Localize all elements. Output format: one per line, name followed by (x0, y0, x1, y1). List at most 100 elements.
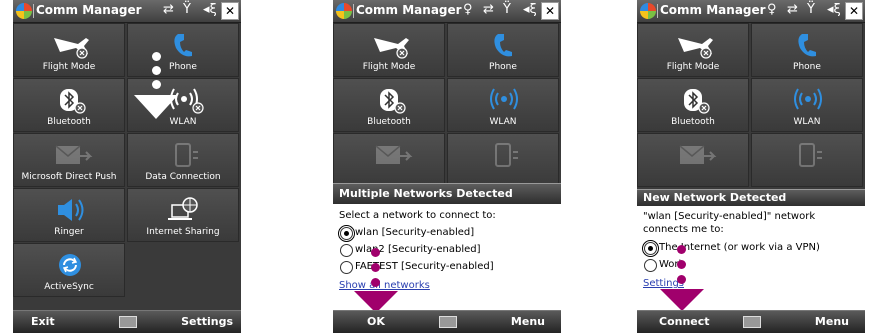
tile-label: Data Connection (145, 172, 221, 182)
annotation-dot (371, 263, 380, 272)
internet-sharing-icon (168, 197, 198, 220)
tile-empty (127, 243, 239, 297)
airplane-icon (374, 38, 409, 59)
tile-internet-sharing[interactable]: Internet Sharing (127, 188, 239, 242)
bluetooth-icon (380, 89, 406, 114)
volume-icon[interactable]: ◂ξ (523, 2, 537, 17)
softkey-left[interactable]: Exit (31, 315, 55, 328)
dialog-title: Multiple Networks Detected (333, 184, 561, 204)
network-option-label: wlan [Security-enabled] (355, 227, 475, 238)
signal-icon[interactable]: Ÿ (183, 2, 191, 17)
softkey-bar: Exit Settings (13, 310, 241, 333)
tile-bluetooth[interactable]: Bluetooth (13, 78, 125, 132)
data-connection-icon (495, 143, 518, 167)
wlan-icon (794, 88, 822, 110)
title-separator (353, 4, 354, 18)
tile-direct-push[interactable] (637, 133, 749, 187)
softkey-right[interactable]: Menu (815, 315, 849, 328)
network-option-wlan[interactable]: wlan [Security-enabled] (338, 225, 555, 242)
close-button[interactable]: ✕ (845, 2, 863, 20)
bluetooth-icon (684, 89, 710, 114)
close-button[interactable]: ✕ (541, 2, 559, 20)
screen-new-network: Comm Manager ♀ ⇄ Ÿ ◂ξ ✕ Flight Mode Phon… (637, 0, 865, 333)
softkey-left[interactable]: Connect (659, 315, 710, 328)
windows-start-icon[interactable] (16, 3, 32, 19)
tile-ringer[interactable]: Ringer (13, 188, 125, 242)
wlan-status-icon[interactable]: ♀ (463, 2, 473, 17)
tile-label: Bluetooth (367, 117, 411, 127)
activesync-icon (59, 254, 81, 276)
volume-icon[interactable]: ◂ξ (827, 2, 841, 17)
tile-label: Phone (169, 62, 197, 72)
annotation-dot (152, 80, 161, 89)
tile-phone[interactable]: Phone (751, 23, 863, 77)
tile-bluetooth[interactable]: Bluetooth (637, 78, 749, 132)
tile-label: ActiveSync (44, 282, 94, 292)
signal-icon[interactable]: Ÿ (503, 2, 511, 17)
wlan-icon (490, 88, 518, 110)
tile-wlan[interactable]: WLAN (751, 78, 863, 132)
softkey-right[interactable]: Menu (511, 315, 545, 328)
settings-link[interactable]: Settings (643, 278, 859, 289)
tile-label: Bluetooth (47, 117, 91, 127)
tile-label: Phone (793, 62, 821, 72)
tile-label: Flight Mode (666, 62, 720, 72)
tile-wlan[interactable]: WLAN (447, 78, 559, 132)
wlan-status-icon[interactable]: ♀ (767, 2, 777, 17)
tap-down-arrow-icon (660, 289, 704, 311)
connectivity-icon[interactable]: ⇄ (483, 2, 494, 17)
connect-option-internet[interactable]: The Internet (or work via a VPN) (642, 240, 859, 257)
tile-bluetooth[interactable]: Bluetooth (333, 78, 445, 132)
radio-button[interactable] (340, 261, 353, 274)
softkey-right[interactable]: Settings (181, 315, 233, 328)
windows-start-icon[interactable] (336, 3, 352, 19)
tile-direct-push[interactable]: Microsoft Direct Push (13, 133, 125, 187)
dialog-title: New Network Detected (637, 190, 865, 206)
keyboard-icon[interactable] (743, 316, 761, 328)
softkey-left[interactable]: OK (367, 315, 385, 328)
data-connection-icon (799, 143, 822, 167)
tile-data-connection[interactable]: Data Connection (127, 133, 239, 187)
softkey-bar: OK Menu (333, 310, 561, 333)
app-title: Comm Manager (660, 3, 766, 17)
radio-button[interactable] (644, 259, 657, 272)
annotation-dot (677, 245, 686, 254)
title-bar: Comm Manager ⇄ Ÿ ◂ξ ✕ (13, 0, 241, 23)
tile-flight-mode[interactable]: Flight Mode (637, 23, 749, 77)
tile-flight-mode[interactable]: Flight Mode (333, 23, 445, 77)
connect-option-work[interactable]: Work (643, 257, 859, 274)
keyboard-icon[interactable] (119, 316, 137, 328)
connectivity-icon[interactable]: ⇄ (787, 2, 798, 17)
tile-label: Ringer (54, 227, 84, 237)
annotation-dot (152, 66, 161, 75)
data-connection-icon (175, 143, 198, 167)
tile-data-connection[interactable] (751, 133, 863, 187)
radio-button-selected[interactable] (642, 240, 659, 257)
signal-icon[interactable]: Ÿ (807, 2, 815, 17)
swipe-down-arrow-icon (134, 95, 178, 119)
softkey-bar: Connect Menu (637, 310, 865, 333)
connectivity-icon[interactable]: ⇄ (163, 2, 174, 17)
title-separator (657, 4, 658, 18)
tile-phone[interactable]: Phone (127, 23, 239, 77)
radio-button[interactable] (340, 244, 353, 257)
title-bar: Comm Manager ♀ ⇄ Ÿ ◂ξ ✕ (637, 0, 865, 23)
app-title: Comm Manager (356, 3, 462, 17)
tile-label: Internet Sharing (146, 227, 220, 237)
dialog-prompt: "wlan [Security-enabled]" network connec… (643, 211, 816, 235)
tile-direct-push[interactable] (333, 133, 445, 187)
tile-flight-mode[interactable]: Flight Mode (13, 23, 125, 77)
screen-multiple-networks: Comm Manager ♀ ⇄ Ÿ ◂ξ ✕ Flight Mode Phon… (333, 0, 561, 333)
tile-data-connection[interactable] (447, 133, 559, 187)
tile-label: Microsoft Direct Push (21, 172, 117, 182)
tile-phone[interactable]: Phone (447, 23, 559, 77)
screen-comm-manager: Comm Manager ⇄ Ÿ ◂ξ ✕ Flight Mode Phone (13, 0, 241, 333)
volume-icon[interactable]: ◂ξ (203, 2, 217, 17)
app-title: Comm Manager (36, 3, 142, 17)
close-button[interactable]: ✕ (221, 2, 239, 20)
radio-button-selected[interactable] (338, 225, 355, 242)
tile-activesync[interactable]: ActiveSync (13, 243, 125, 297)
title-bar: Comm Manager ♀ ⇄ Ÿ ◂ξ ✕ (333, 0, 561, 23)
windows-start-icon[interactable] (640, 3, 656, 19)
keyboard-icon[interactable] (439, 316, 457, 328)
